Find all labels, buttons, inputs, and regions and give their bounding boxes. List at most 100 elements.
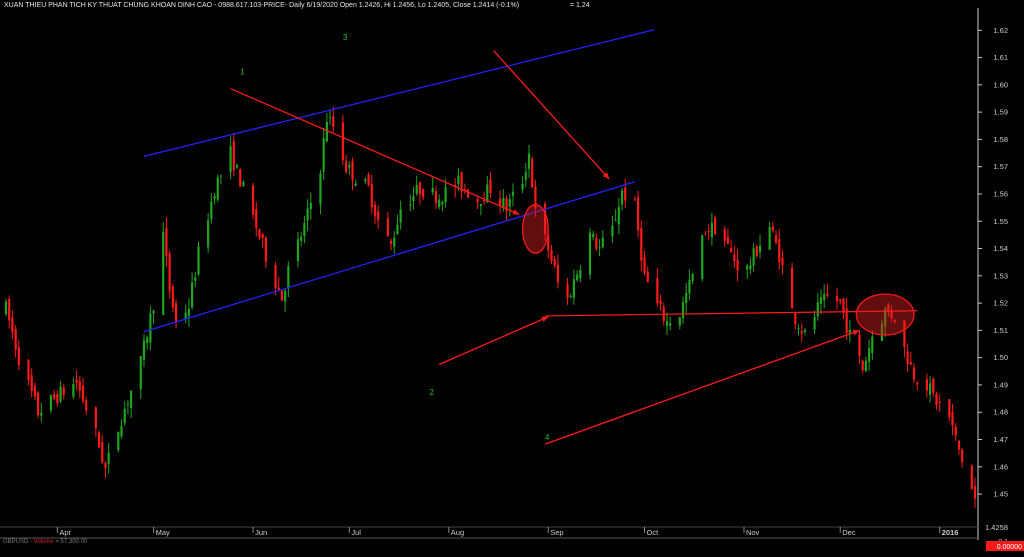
- x-tick-label: May: [156, 528, 170, 537]
- candle-body: [328, 116, 332, 118]
- candle-body: [932, 378, 935, 393]
- candle-body: [97, 432, 101, 448]
- candle-body: [364, 179, 367, 182]
- candle-body: [300, 236, 303, 241]
- candle-body: [396, 224, 399, 235]
- current-price-label: 1.4258: [985, 523, 1008, 532]
- axes: 1.62 1.61 1.60 1.59 1.58 1.57 1.56 1.55 1.54 1.53…: [0, 8, 1024, 551]
- candle-body: [774, 235, 778, 243]
- candle-body: [409, 204, 412, 206]
- candle-body: [707, 231, 710, 233]
- volume-label: GBPUSD - Volume = 57,300.00: [3, 539, 88, 545]
- candle-body: [935, 393, 938, 405]
- highlight-ellipse: [521, 204, 549, 254]
- candle-body: [422, 189, 425, 198]
- candle-body: [274, 265, 277, 289]
- candle-body: [162, 231, 165, 315]
- candle-body: [120, 425, 123, 437]
- candle-body: [171, 286, 174, 308]
- x-tick-label: Sep: [550, 528, 563, 537]
- candle-body: [659, 300, 662, 305]
- candle-body: [351, 160, 354, 181]
- channel-upper-line: [143, 29, 655, 157]
- candle-body: [755, 246, 758, 257]
- candle-body: [791, 267, 794, 309]
- candle-body: [194, 277, 197, 281]
- x-tick-label: Dec: [842, 528, 856, 537]
- y-tick-label: 1.59: [993, 108, 1008, 117]
- candle-body: [864, 360, 868, 372]
- candle-body: [165, 227, 168, 257]
- candle-body: [78, 381, 81, 391]
- candle-body: [101, 441, 104, 463]
- candle-body: [624, 187, 627, 201]
- candle-body: [255, 209, 258, 228]
- candle-body: [345, 161, 348, 172]
- candle-body: [373, 204, 377, 217]
- x-tick-label: 2016: [942, 528, 959, 537]
- candle-body: [508, 199, 511, 207]
- y-tick-label: 1.49: [993, 380, 1008, 389]
- candle-body: [174, 303, 178, 322]
- price-chart[interactable]: 1 2 3 4 1.62 1.61 1.60 1.59 1.58 1.57 1.56 1.55 1.5…: [0, 0, 1024, 557]
- highlight-ellipse: [855, 293, 915, 336]
- candle-body: [592, 233, 595, 238]
- candle-body: [912, 367, 916, 380]
- candle-body: [341, 122, 345, 161]
- candle-body: [633, 199, 636, 201]
- candle-body: [816, 302, 819, 317]
- candle-body: [556, 264, 559, 283]
- arrow-head: [852, 329, 860, 336]
- y-tick-label: 1.51: [993, 326, 1008, 335]
- candle-body: [187, 308, 190, 316]
- x-tick-label: Jun: [255, 528, 267, 537]
- candle-body: [482, 199, 486, 202]
- candle-body: [139, 356, 142, 390]
- candle-body: [53, 394, 56, 399]
- candle-body: [954, 426, 957, 436]
- candle-body: [611, 225, 614, 237]
- candle-body: [142, 340, 146, 360]
- y-tick-label: 1.56: [993, 189, 1008, 198]
- candle-body: [521, 183, 524, 190]
- candle-body: [617, 207, 620, 225]
- candle-body: [839, 299, 842, 302]
- y-tick-label: 1.58: [993, 135, 1008, 144]
- candle-body: [190, 282, 194, 308]
- candle-body: [49, 395, 53, 411]
- candle-body: [277, 287, 280, 290]
- candle-body: [550, 250, 553, 262]
- candle-body: [207, 220, 210, 248]
- candle-body: [906, 351, 909, 365]
- candle-body: [81, 385, 85, 402]
- candle-body: [938, 401, 941, 404]
- candle-body: [232, 141, 235, 170]
- candle-body: [261, 234, 264, 239]
- candle-body: [957, 440, 961, 450]
- candle-body: [104, 462, 107, 469]
- candle-body: [85, 400, 88, 411]
- candle-body: [322, 138, 325, 172]
- candle-body: [643, 256, 646, 273]
- candle-body: [306, 208, 309, 221]
- candle-body: [216, 177, 219, 200]
- x-tick-label: Nov: [746, 528, 760, 537]
- candle-body: [348, 165, 351, 168]
- candle-body: [861, 360, 864, 371]
- candle-body: [370, 183, 373, 208]
- candle-body: [701, 235, 704, 279]
- candle-body: [823, 294, 826, 301]
- volume-value: = 57,300.00: [55, 539, 88, 545]
- candle-body: [94, 407, 97, 428]
- x-tick-label: Apr: [59, 528, 71, 537]
- candle-body: [168, 253, 171, 291]
- candle-body: [928, 383, 932, 395]
- candle-body: [730, 247, 733, 253]
- y-tick-label: 1.60: [993, 80, 1008, 89]
- candle-body: [377, 211, 380, 221]
- candle-body: [251, 185, 255, 215]
- candle-body: [758, 245, 762, 253]
- candle-body: [438, 199, 441, 207]
- candle-body: [620, 190, 624, 205]
- x-tick-label: Aug: [451, 528, 464, 537]
